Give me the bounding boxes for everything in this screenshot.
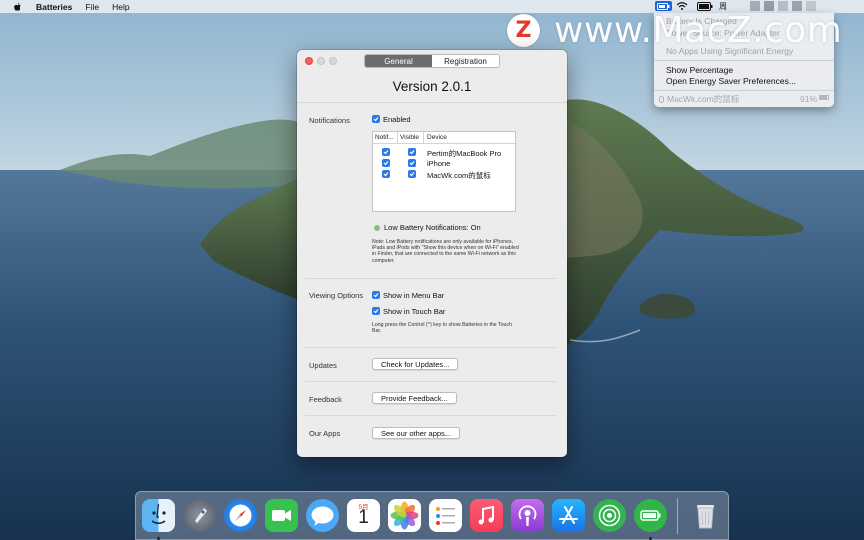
app-store-icon[interactable] xyxy=(552,499,585,532)
check-for-updates-button[interactable]: Check for Updates... xyxy=(372,358,459,370)
table-row[interactable]: iPhone xyxy=(373,158,517,169)
trash-icon[interactable] xyxy=(689,499,722,532)
show-in-touch-bar-label: Show in Touch Bar xyxy=(383,307,446,316)
facetime-icon[interactable] xyxy=(265,499,298,532)
photos-icon[interactable] xyxy=(388,499,421,532)
divider xyxy=(297,102,567,103)
column-divider xyxy=(423,132,424,144)
mouse-icon xyxy=(659,95,664,103)
menu-divider xyxy=(654,90,834,91)
low-battery-status: Low Battery Notifications: On xyxy=(384,223,481,232)
menu-item-energy-saver[interactable]: Open Energy Saver Preferences... xyxy=(666,76,796,86)
header-device[interactable]: Device xyxy=(427,134,447,141)
menu-app-name[interactable]: Batteries xyxy=(36,2,72,12)
watermark: Z www.MacZ.com xyxy=(507,10,842,51)
visible-checkbox[interactable] xyxy=(408,159,416,167)
show-in-touch-bar-checkbox[interactable] xyxy=(372,307,380,315)
menu-device-name: MacWk.com的鼠标 xyxy=(667,94,740,104)
device-name: MacWk.com的鼠标 xyxy=(427,171,491,180)
version-title: Version 2.0.1 xyxy=(392,79,472,94)
menu-file[interactable]: File xyxy=(85,2,99,12)
header-visible[interactable]: Visible xyxy=(400,134,419,141)
music-icon[interactable] xyxy=(470,499,503,532)
low-battery-note: Note: Low Battery notifications are only… xyxy=(372,239,519,264)
menu-device-row[interactable]: MacWk.com的鼠标 91% xyxy=(659,93,829,105)
batteries-icon[interactable] xyxy=(634,499,667,532)
touch-bar-note: Long press the Control (^) key to show B… xyxy=(372,322,512,335)
calendar-icon[interactable]: 5月 1 xyxy=(347,499,380,532)
device-name: iPhone xyxy=(427,159,451,168)
menu-divider xyxy=(654,60,834,61)
devices-table-header: Notif... Visible Device xyxy=(373,132,517,144)
visible-checkbox[interactable] xyxy=(408,148,416,156)
tab-general[interactable]: General xyxy=(365,55,432,67)
apple-menu-icon[interactable] xyxy=(12,2,24,12)
launchpad-icon[interactable] xyxy=(183,499,216,532)
dock: 5月 1 xyxy=(135,491,729,540)
podcasts-icon[interactable] xyxy=(511,499,544,532)
our-apps-label: Our Apps xyxy=(309,429,341,438)
reminders-icon[interactable] xyxy=(429,499,462,532)
menu-help[interactable]: Help xyxy=(112,2,129,12)
watermark-text: www.MacZ.com xyxy=(554,10,843,51)
menu-item-show-percentage[interactable]: Show Percentage xyxy=(666,65,733,75)
provide-feedback-button[interactable]: Provide Feedback... xyxy=(372,392,457,404)
window-titlebar[interactable]: General Registration xyxy=(297,50,567,72)
visible-checkbox[interactable] xyxy=(408,170,416,178)
notify-checkbox[interactable] xyxy=(382,148,390,156)
show-in-menu-bar-checkbox[interactable] xyxy=(372,291,380,299)
status-indicator-dot xyxy=(374,225,380,231)
finder-icon[interactable] xyxy=(142,499,175,532)
window-minimize-button[interactable] xyxy=(317,57,325,65)
devices-table: Notif... Visible Device Pertim的MacBook P… xyxy=(372,131,517,212)
notifications-label: Notifications xyxy=(309,116,350,125)
find-my-icon[interactable] xyxy=(593,499,626,532)
enabled-checkbox[interactable] xyxy=(372,115,380,123)
viewing-options-label: Viewing Options xyxy=(309,291,364,300)
safari-icon[interactable] xyxy=(224,499,257,532)
updates-label: Updates xyxy=(309,361,337,370)
tab-switcher: General Registration xyxy=(364,54,500,68)
divider xyxy=(305,381,556,382)
menu-device-percent: 91% xyxy=(799,94,817,104)
divider xyxy=(305,347,556,348)
column-divider xyxy=(397,132,398,144)
watermark-logo: Z xyxy=(507,14,540,47)
divider xyxy=(305,278,556,279)
notify-checkbox[interactable] xyxy=(382,159,390,167)
feedback-label: Feedback xyxy=(309,395,342,404)
see-other-apps-button[interactable]: See our other apps... xyxy=(372,427,461,439)
header-notify[interactable]: Notif... xyxy=(375,134,394,141)
messages-icon[interactable] xyxy=(306,499,339,532)
calendar-day: 1 xyxy=(358,507,369,528)
menu-device-battery-icon xyxy=(819,95,829,100)
batteries-window: General Registration Version 2.0.1 Notif… xyxy=(297,50,567,457)
tab-registration[interactable]: Registration xyxy=(432,55,499,67)
dock-separator xyxy=(677,498,678,534)
window-close-button[interactable] xyxy=(305,57,313,65)
enabled-label: Enabled xyxy=(383,115,411,124)
notify-checkbox[interactable] xyxy=(382,170,390,178)
show-in-menu-bar-label: Show in Menu Bar xyxy=(383,291,445,300)
divider xyxy=(305,415,556,416)
table-row[interactable]: MacWk.com的鼠标 xyxy=(373,169,517,180)
table-row[interactable]: Pertim的MacBook Pro xyxy=(373,147,517,158)
window-zoom-button[interactable] xyxy=(329,57,337,65)
